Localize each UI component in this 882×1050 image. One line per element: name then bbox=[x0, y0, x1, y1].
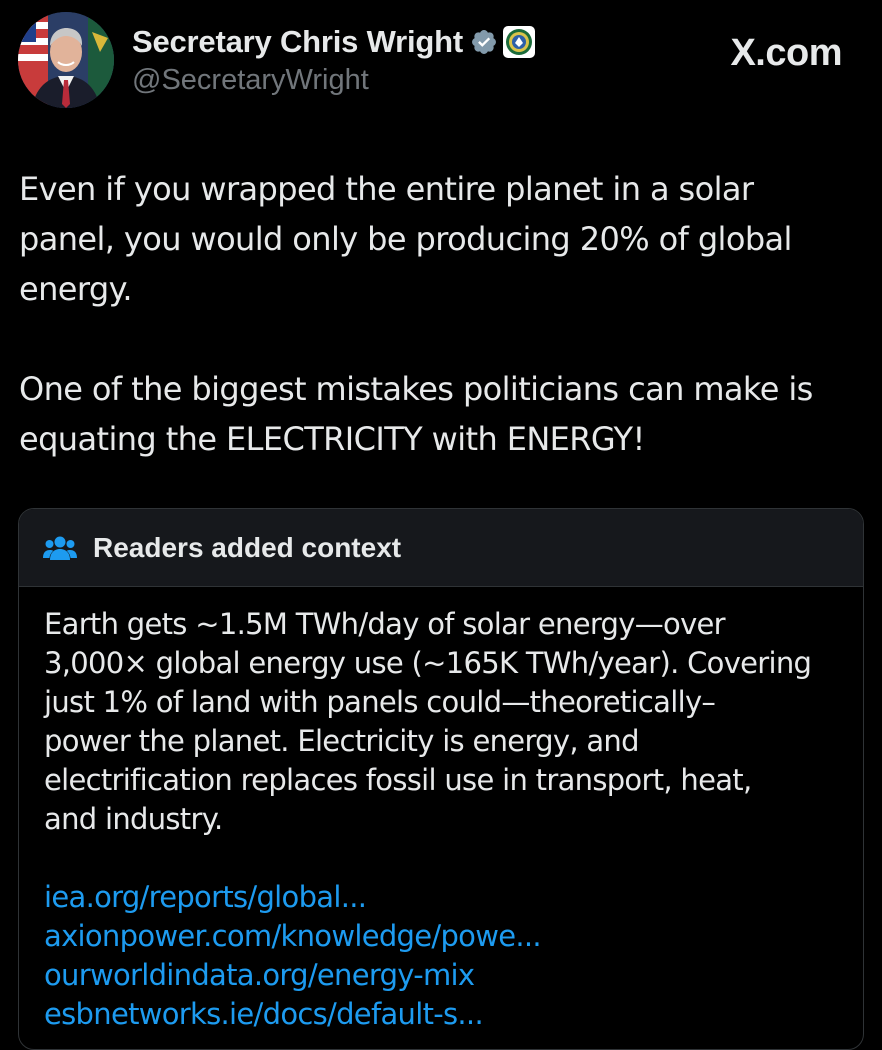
account-handle[interactable]: @SecretaryWright bbox=[132, 64, 535, 97]
community-note: Readers added context Earth gets ~1.5M T… bbox=[18, 508, 864, 1050]
community-note-body: Earth gets ~1.5M TWh/day of solar energy… bbox=[19, 587, 863, 1034]
display-name[interactable]: Secretary Chris Wright bbox=[132, 24, 463, 60]
source-link-iea[interactable]: iea.org/reports/global... bbox=[44, 878, 839, 917]
seal-icon bbox=[505, 29, 532, 55]
people-group-icon bbox=[43, 536, 77, 560]
brand-watermark: X.com bbox=[730, 32, 842, 74]
author-info: Secretary Chris Wright @SecretaryWright bbox=[132, 22, 535, 97]
post-paragraph-1: Even if you wrapped the entire planet in… bbox=[19, 170, 792, 308]
source-link-ourworldindata[interactable]: ourworldindata.org/energy-mix bbox=[44, 956, 839, 995]
avatar[interactable] bbox=[18, 12, 114, 108]
post-paragraph-2: One of the biggest mistakes politicians … bbox=[19, 370, 813, 458]
community-note-sources: iea.org/reports/global... axionpower.com… bbox=[44, 878, 839, 1034]
avatar-image bbox=[18, 12, 114, 108]
community-note-header[interactable]: Readers added context bbox=[19, 509, 863, 587]
display-name-row: Secretary Chris Wright bbox=[132, 22, 535, 62]
community-note-title: Readers added context bbox=[93, 531, 402, 563]
source-link-esbnetworks[interactable]: esbnetworks.ie/docs/default-s... bbox=[44, 995, 839, 1034]
post-text: Even if you wrapped the entire planet in… bbox=[19, 164, 869, 464]
source-link-axionpower[interactable]: axionpower.com/knowledge/powe... bbox=[44, 917, 839, 956]
post-header: Secretary Chris Wright @SecretaryWright … bbox=[18, 12, 864, 112]
verified-badge-icon[interactable] bbox=[470, 28, 498, 56]
department-seal-icon[interactable] bbox=[502, 26, 535, 58]
community-note-text: Earth gets ~1.5M TWh/day of solar energy… bbox=[44, 607, 812, 836]
